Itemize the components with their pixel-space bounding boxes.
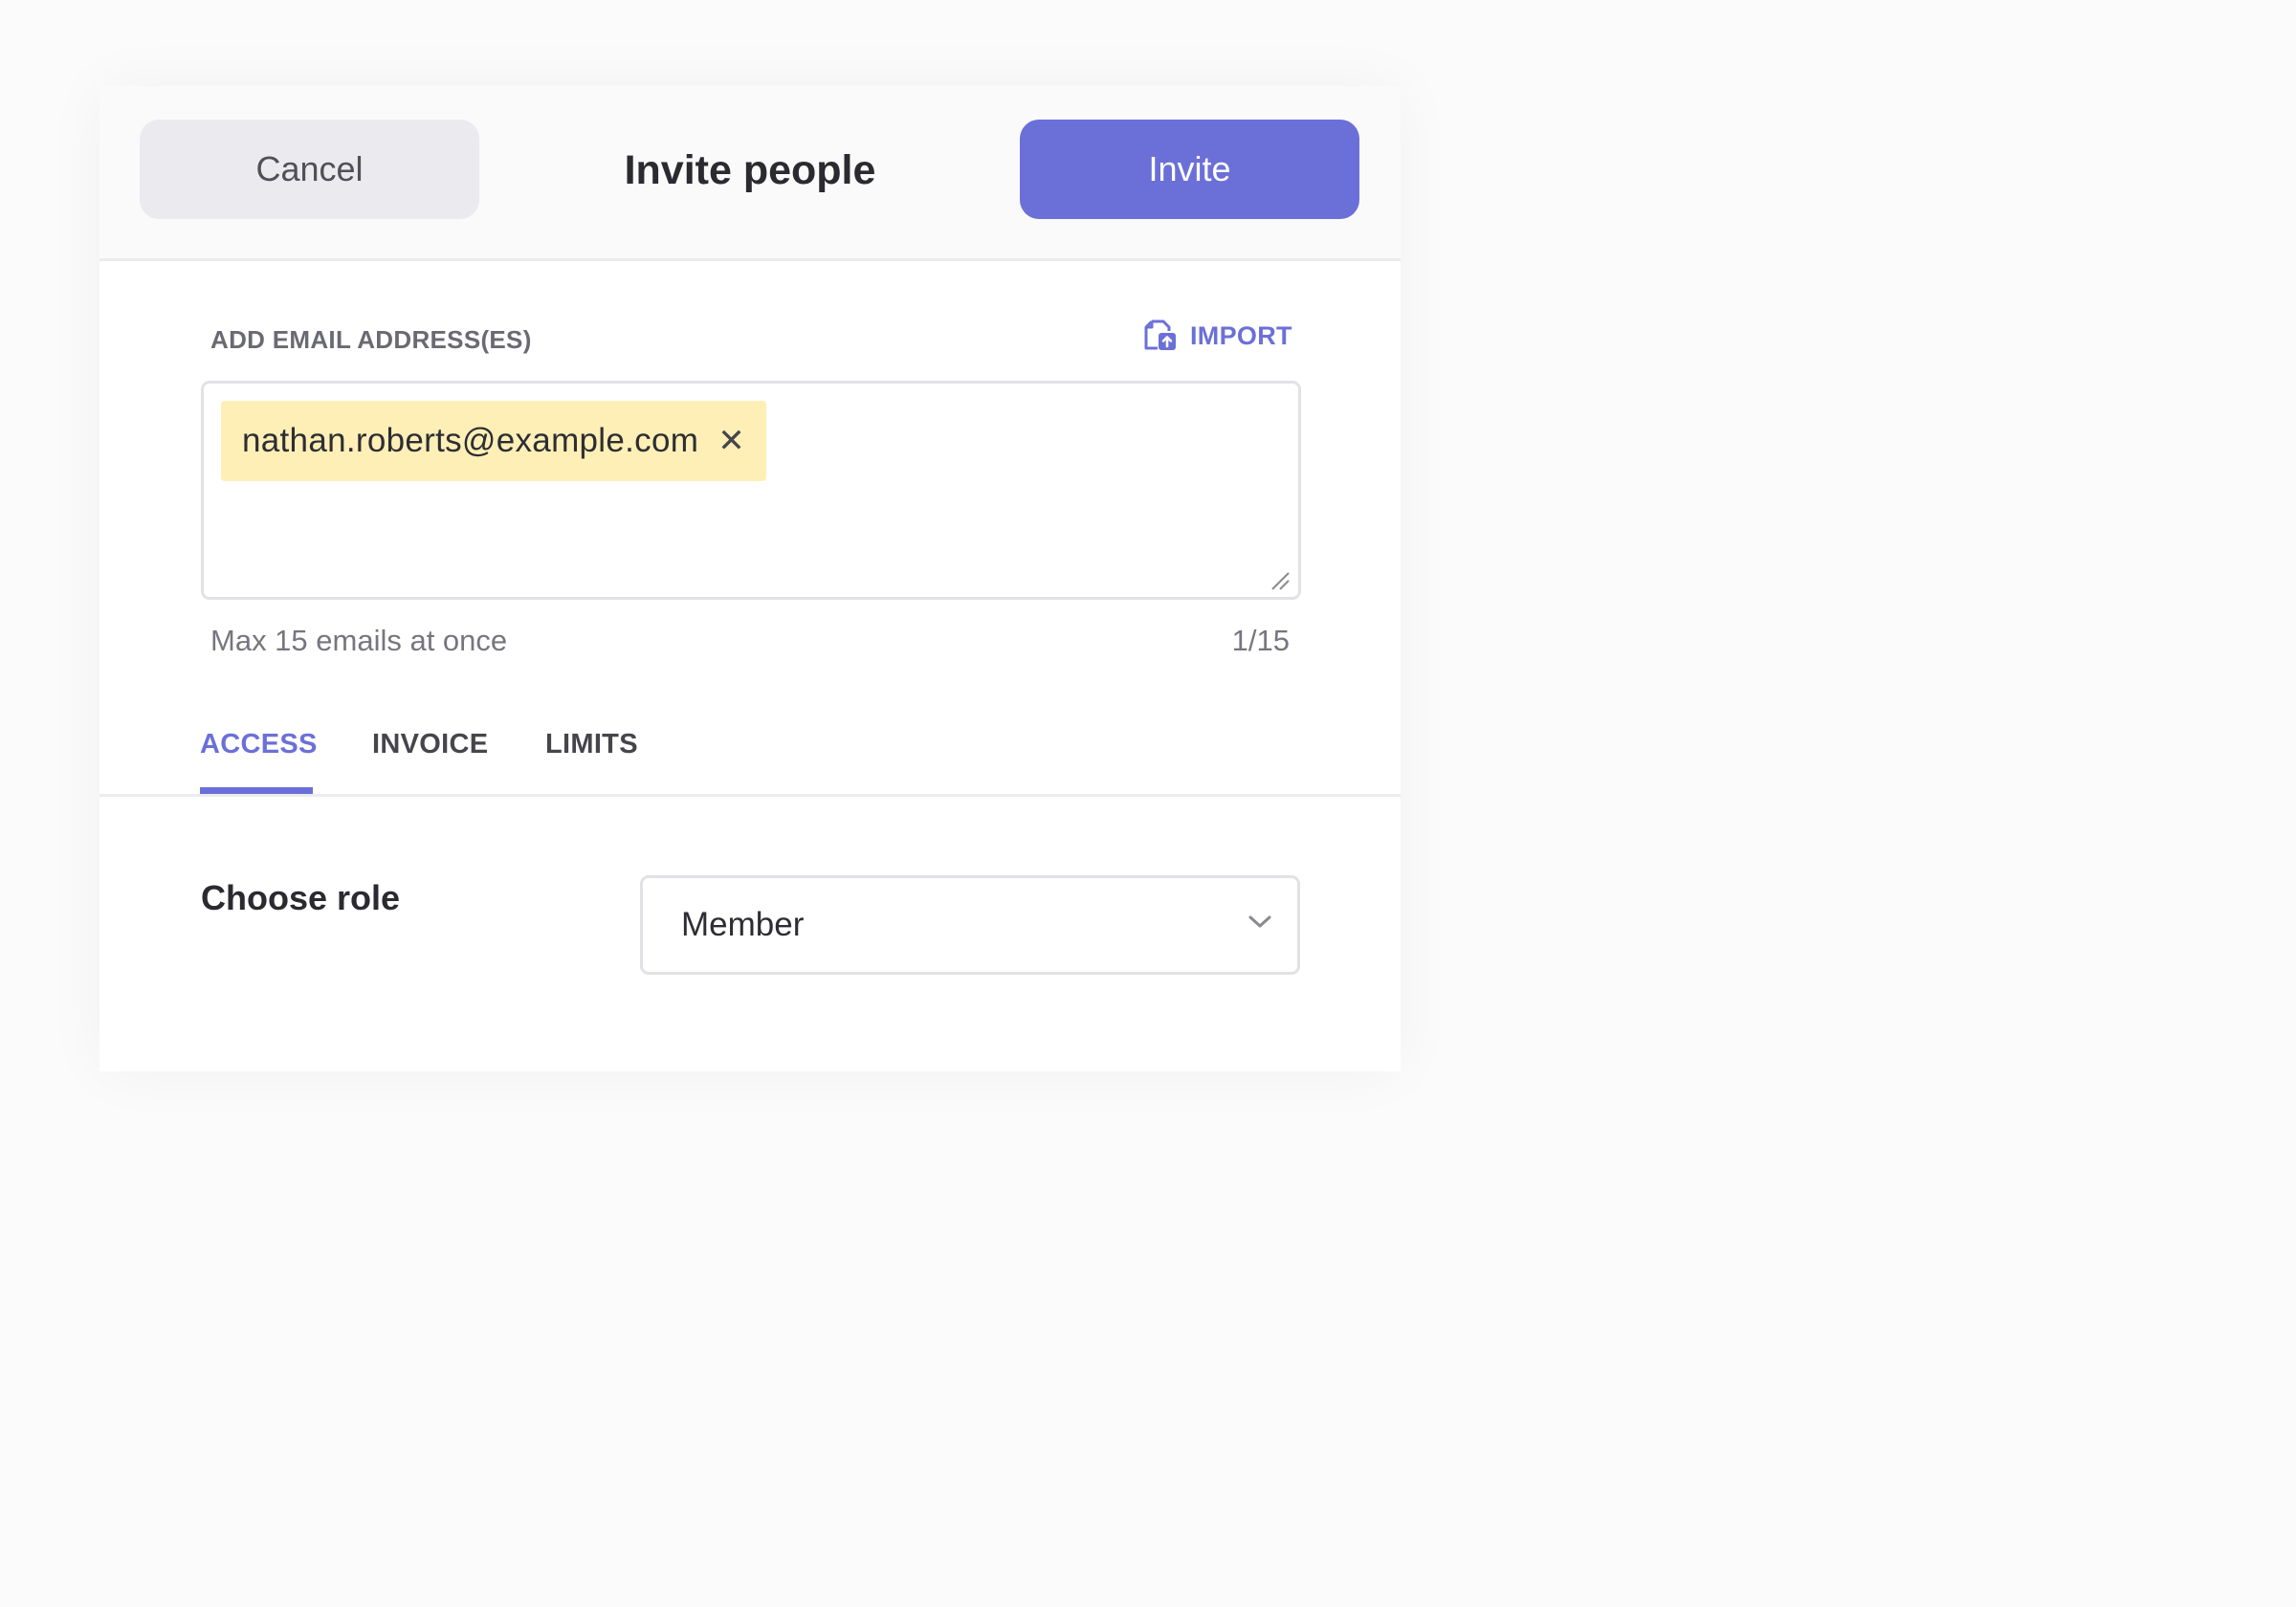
close-icon[interactable]: ✕ [718,425,745,457]
resize-handle-icon[interactable] [1269,570,1291,591]
chevron-down-icon [1247,914,1272,935]
role-select[interactable]: Member [640,875,1300,975]
dialog-title: Invite people [624,147,876,193]
email-count: 1/15 [1231,624,1290,657]
import-button[interactable]: IMPORT [1142,318,1292,354]
email-input-area[interactable]: nathan.roberts@example.com ✕ [201,381,1301,600]
tab-invoice[interactable]: INVOICE [372,729,488,760]
tab-bar: ACCESS INVOICE LIMITS [99,708,1401,797]
import-label: IMPORT [1190,320,1292,350]
invite-button[interactable]: Invite [1020,120,1359,219]
choose-role-label: Choose role [201,878,401,917]
dialog-header: Cancel Invite people Invite [99,86,1401,261]
email-chip-text: nathan.roberts@example.com [242,422,699,459]
invite-dialog: Cancel Invite people Invite ADD EMAIL AD… [99,86,1401,1071]
email-field-label: ADD EMAIL ADDRESS(ES) [210,325,532,354]
email-chip: nathan.roberts@example.com ✕ [221,401,766,481]
tab-access[interactable]: ACCESS [200,729,318,760]
role-select-value: Member [681,906,805,943]
file-import-icon [1142,318,1179,354]
tab-limits[interactable]: LIMITS [545,729,638,760]
email-limit-hint: Max 15 emails at once [210,624,508,657]
cancel-button[interactable]: Cancel [140,120,479,219]
active-tab-indicator [200,787,313,794]
